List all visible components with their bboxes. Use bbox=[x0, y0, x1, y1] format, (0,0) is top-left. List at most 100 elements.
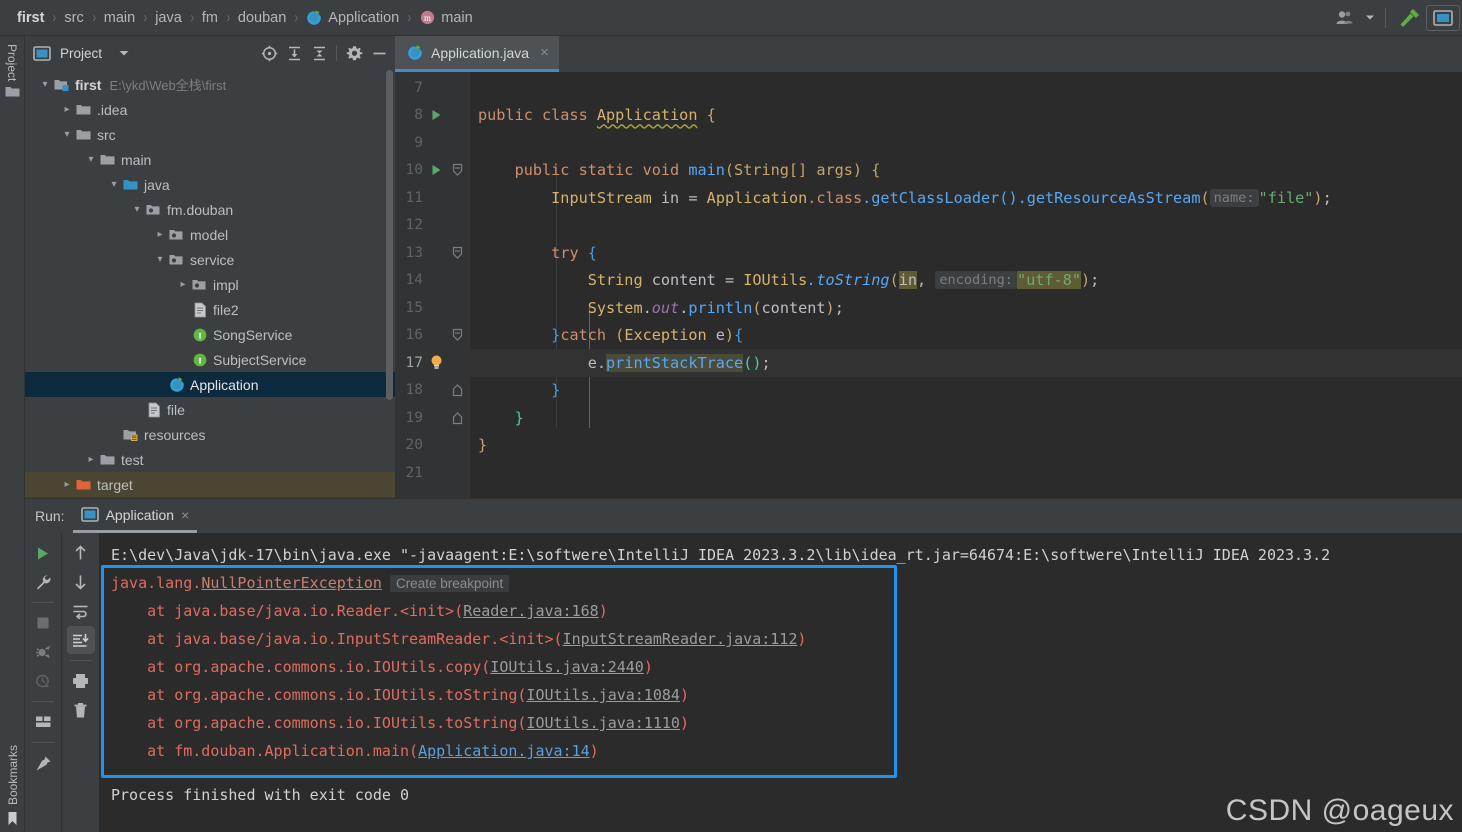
tree-row-file2[interactable]: ▸ file2 bbox=[25, 297, 395, 322]
console-text: java.base/java.io.Reader.<init> bbox=[174, 602, 455, 620]
breadcrumb-item-application[interactable]: Application bbox=[303, 9, 402, 26]
window-layout-icon[interactable] bbox=[1426, 4, 1460, 31]
chevron-down-icon[interactable]: ▾ bbox=[106, 179, 122, 190]
gutter-line: 7 bbox=[395, 74, 470, 102]
tree-row-fm-douban[interactable]: ▾ fm.douban bbox=[25, 197, 395, 222]
stack-frame-link[interactable]: Application.java:14 bbox=[418, 742, 590, 760]
fold-start-icon[interactable] bbox=[447, 328, 467, 342]
tree-row-first[interactable]: ▾ first E:\ykd\Web全栈\first bbox=[25, 72, 395, 97]
code-line-20: } bbox=[470, 432, 1462, 460]
stack-frame-link[interactable]: IOUtils.java:1084 bbox=[526, 686, 680, 704]
chevron-right-icon[interactable]: ▸ bbox=[59, 104, 75, 115]
breadcrumb-item-main[interactable]: main bbox=[101, 10, 138, 26]
editor-tab-application-java[interactable]: Application.java × bbox=[395, 36, 559, 72]
code-editor[interactable]: 7 8 9 10 11 12 13 14 15 16 17 18 19 20 2… bbox=[395, 72, 1462, 498]
chevron-down-icon[interactable] bbox=[118, 49, 130, 57]
print-icon[interactable] bbox=[67, 667, 95, 695]
up-arrow-icon[interactable] bbox=[67, 539, 95, 567]
scrollbar-thumb[interactable] bbox=[386, 70, 393, 400]
tree-row-resources[interactable]: ▸ resources bbox=[25, 422, 395, 447]
trash-delete-icon[interactable] bbox=[67, 696, 95, 724]
chevron-down-icon[interactable] bbox=[1363, 3, 1377, 33]
tree-label: main bbox=[121, 151, 152, 168]
breadcrumb-item-java[interactable]: java bbox=[152, 10, 185, 26]
tree-row-main[interactable]: ▾ main bbox=[25, 147, 395, 172]
tool-window-button-bookmarks[interactable]: Bookmarks bbox=[0, 745, 25, 826]
editor-gutter[interactable]: 7 8 9 10 11 12 13 14 15 16 17 18 19 20 2… bbox=[395, 72, 470, 498]
chevron-down-icon[interactable]: ▾ bbox=[129, 204, 145, 215]
tree-row-java[interactable]: ▾ java bbox=[25, 172, 395, 197]
fold-end-icon[interactable] bbox=[447, 411, 467, 425]
wrench-settings-icon[interactable] bbox=[29, 568, 57, 596]
line-number: 13 bbox=[405, 244, 423, 261]
soft-wrap-icon[interactable] bbox=[67, 597, 95, 625]
tool-window-button-project[interactable]: Project bbox=[5, 36, 19, 81]
breadcrumb-item-first[interactable]: first bbox=[14, 10, 47, 26]
fold-end-icon[interactable] bbox=[447, 383, 467, 397]
project-tree-scrollbar[interactable] bbox=[386, 70, 393, 480]
console-text: at bbox=[111, 630, 175, 648]
editor-text[interactable]: public class Application { public static… bbox=[470, 72, 1462, 498]
chevron-down-icon[interactable]: ▾ bbox=[83, 154, 99, 165]
breadcrumb-item-src[interactable]: src bbox=[61, 10, 86, 26]
chevron-right-icon[interactable]: ▸ bbox=[83, 454, 99, 465]
stack-frame-link[interactable]: IOUtils.java:2440 bbox=[490, 658, 644, 676]
tree-row-file[interactable]: ▸ file bbox=[25, 397, 395, 422]
hammer-icon[interactable] bbox=[1394, 3, 1424, 33]
console-text: fm.douban.Application.main bbox=[174, 742, 410, 760]
close-icon[interactable]: × bbox=[540, 44, 549, 61]
excluded-folder-icon bbox=[75, 478, 93, 492]
breadcrumb-item-fm[interactable]: fm bbox=[199, 10, 221, 26]
fold-start-icon[interactable] bbox=[447, 163, 467, 177]
history-clock-icon[interactable] bbox=[29, 667, 57, 695]
tree-row-test[interactable]: ▸ test bbox=[25, 447, 395, 472]
expand-all-icon[interactable] bbox=[282, 41, 306, 65]
project-tree[interactable]: ▾ first E:\ykd\Web全栈\first ▸ .idea ▾ src… bbox=[25, 70, 395, 498]
tree-row-songservice[interactable]: ▸ I SongService bbox=[25, 322, 395, 347]
chevron-down-icon[interactable]: ▾ bbox=[59, 129, 75, 140]
tree-row-service[interactable]: ▾ service bbox=[25, 247, 395, 272]
tree-row-application[interactable]: ▸ Application bbox=[25, 372, 395, 397]
console-text: ( bbox=[517, 714, 527, 732]
select-opened-file-icon[interactable] bbox=[257, 41, 281, 65]
console-text: at bbox=[111, 658, 175, 676]
line-number: 20 bbox=[405, 437, 423, 454]
scroll-to-end-icon[interactable] bbox=[66, 626, 95, 654]
chevron-right-icon[interactable]: ▸ bbox=[175, 279, 191, 290]
down-arrow-icon[interactable] bbox=[67, 568, 95, 596]
tree-row-idea[interactable]: ▸ .idea bbox=[25, 97, 395, 122]
stack-frame-link[interactable]: Reader.java:168 bbox=[463, 602, 598, 620]
breadcrumb-item-douban[interactable]: douban bbox=[235, 10, 289, 26]
fold-start-icon[interactable] bbox=[447, 246, 467, 260]
tree-row-model[interactable]: ▸ model bbox=[25, 222, 395, 247]
stack-frame-link[interactable]: IOUtils.java:1110 bbox=[526, 714, 680, 732]
tree-row-src[interactable]: ▾ src bbox=[25, 122, 395, 147]
exception-link[interactable]: NullPointerException bbox=[201, 574, 382, 592]
pin-icon[interactable] bbox=[29, 749, 57, 777]
stack-frame-link[interactable]: InputStreamReader.java:112 bbox=[563, 630, 798, 648]
hide-icon[interactable] bbox=[367, 41, 391, 65]
run-console[interactable]: E:\dev\Java\jdk-17\bin\java.exe "-javaag… bbox=[99, 533, 1462, 832]
close-icon[interactable]: × bbox=[181, 507, 189, 523]
tree-row-target[interactable]: ▸ target bbox=[25, 472, 395, 497]
settings-gear-icon[interactable] bbox=[342, 41, 366, 65]
chevron-down-icon[interactable]: ▾ bbox=[152, 254, 168, 265]
chevron-right-icon[interactable]: ▸ bbox=[59, 479, 75, 490]
user-account-icon[interactable] bbox=[1331, 3, 1361, 33]
lightbulb-icon[interactable] bbox=[425, 354, 447, 371]
create-breakpoint-button[interactable]: Create breakpoint bbox=[389, 574, 510, 592]
chevron-down-icon[interactable]: ▾ bbox=[37, 79, 53, 90]
collapse-all-icon[interactable] bbox=[307, 41, 331, 65]
code-keyword: public static void bbox=[514, 161, 680, 180]
restart-debug-icon[interactable] bbox=[29, 638, 57, 666]
chevron-right-icon[interactable]: ▸ bbox=[152, 229, 168, 240]
rerun-play-icon[interactable] bbox=[29, 539, 57, 567]
stop-square-icon[interactable] bbox=[29, 609, 57, 637]
tree-row-impl[interactable]: ▸ impl bbox=[25, 272, 395, 297]
tree-row-subjectservice[interactable]: ▸ I SubjectService bbox=[25, 347, 395, 372]
breadcrumb-item-main-method[interactable]: m main bbox=[416, 9, 475, 26]
run-gutter-icon[interactable] bbox=[425, 164, 447, 176]
run-tab-application[interactable]: Application × bbox=[72, 499, 198, 533]
run-gutter-icon[interactable] bbox=[425, 109, 447, 121]
layout-grid-icon[interactable] bbox=[29, 708, 57, 736]
